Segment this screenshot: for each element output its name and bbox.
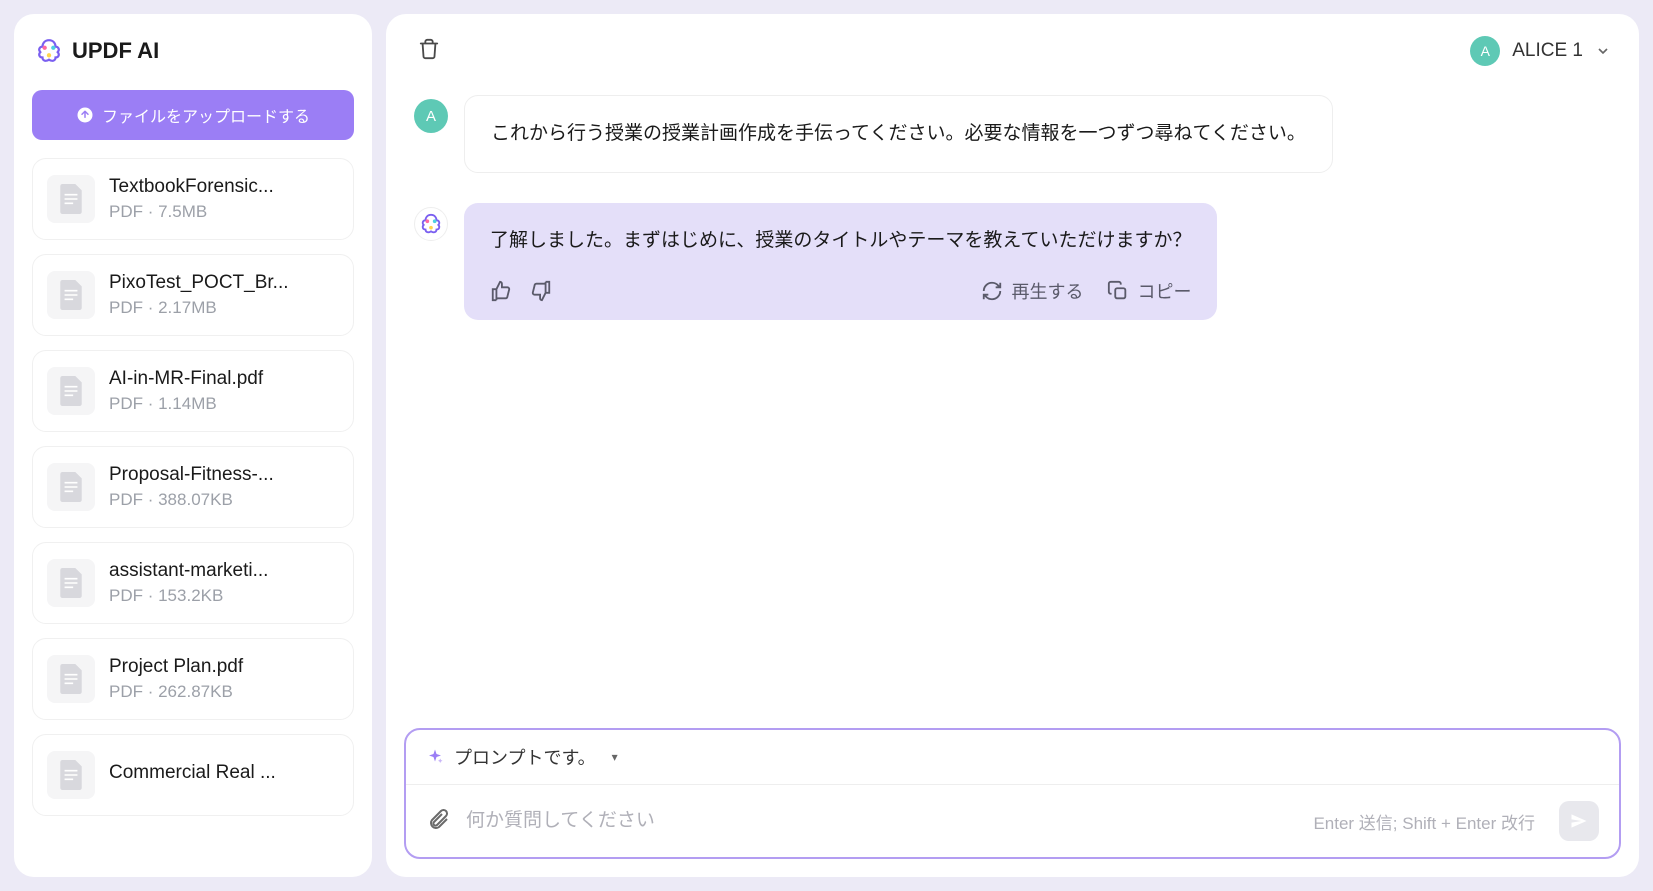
attach-button[interactable] [426,808,450,835]
regenerate-label: 再生する [1011,278,1083,304]
input-row: Enter 送信; Shift + Enter 改行 [406,785,1619,857]
sidebar-header: UPDF AI [32,32,354,70]
file-info: assistant-marketi... PDF · 153.2KB [109,560,339,606]
document-icon [47,559,95,607]
document-icon [47,367,95,415]
user-message-bubble: これから行う授業の授業計画作成を手伝ってください。必要な情報を一つずつ尋ねてくだ… [464,95,1333,173]
sidebar: UPDF AI ファイルをアップロードする TextbookForensic..… [14,14,372,877]
prompt-label: プロンプトです。 [454,744,596,770]
ai-actions: 再生する コピー [490,278,1191,304]
document-icon [47,655,95,703]
document-icon [47,463,95,511]
file-meta: PDF · 153.2KB [109,586,339,606]
file-name: Project Plan.pdf [109,656,339,678]
user-msg-avatar: A [414,99,448,133]
copy-label: コピー [1137,278,1191,304]
logo-icon [36,38,62,64]
dropdown-arrow-icon: ▾ [612,750,618,764]
input-hint: Enter 送信; Shift + Enter 改行 [1313,809,1535,834]
document-icon [47,175,95,223]
file-name: Commercial Real ... [109,762,339,784]
document-icon [47,751,95,799]
file-info: PixoTest_POCT_Br... PDF · 2.17MB [109,272,339,318]
regenerate-button[interactable]: 再生する [981,278,1083,304]
file-meta: PDF · 262.87KB [109,682,339,702]
file-info: Project Plan.pdf PDF · 262.87KB [109,656,339,702]
file-item[interactable]: Commercial Real ... [32,734,354,816]
file-list: TextbookForensic... PDF · 7.5MB PixoTest… [32,158,354,859]
file-item[interactable]: AI-in-MR-Final.pdf PDF · 1.14MB [32,350,354,432]
user-name: ALICE 1 [1512,40,1583,62]
main-panel: A ALICE 1 A これから行う授業の授業計画作成を手伝ってください。必要な… [386,14,1639,877]
app-title: UPDF AI [72,38,159,64]
send-icon [1569,811,1589,831]
file-meta: PDF · 1.14MB [109,394,339,414]
file-meta: PDF · 2.17MB [109,298,339,318]
ai-logo-icon [420,213,442,235]
chat-input[interactable] [466,810,1297,832]
file-item[interactable]: PixoTest_POCT_Br... PDF · 2.17MB [32,254,354,336]
input-container: プロンプトです。 ▾ Enter 送信; Shift + Enter 改行 [404,728,1621,859]
main-header: A ALICE 1 [386,14,1639,87]
file-item[interactable]: Project Plan.pdf PDF · 262.87KB [32,638,354,720]
file-item[interactable]: TextbookForensic... PDF · 7.5MB [32,158,354,240]
chevron-down-icon [1595,43,1611,59]
upload-button[interactable]: ファイルをアップロードする [32,90,354,140]
thumbs-up-button[interactable] [490,280,512,302]
document-icon [47,271,95,319]
ai-message-text: 了解しました。まずはじめに、授業のタイトルやテーマを教えていただけますか？ [490,225,1191,257]
user-menu[interactable]: A ALICE 1 [1470,36,1611,66]
paperclip-icon [426,808,450,832]
file-name: Proposal-Fitness-... [109,464,339,486]
file-meta: PDF · 7.5MB [109,202,339,222]
file-item[interactable]: Proposal-Fitness-... PDF · 388.07KB [32,446,354,528]
sparkle-icon [426,748,444,766]
copy-icon [1107,280,1129,302]
refresh-icon [981,280,1003,302]
trash-icon [418,38,440,60]
user-message-row: A これから行う授業の授業計画作成を手伝ってください。必要な情報を一つずつ尋ねて… [414,95,1611,173]
file-info: TextbookForensic... PDF · 7.5MB [109,176,339,222]
upload-icon [76,106,94,124]
upload-label: ファイルをアップロードする [102,103,310,127]
thumbs-up-icon [490,280,512,302]
chat-area: A これから行う授業の授業計画作成を手伝ってください。必要な情報を一つずつ尋ねて… [386,87,1639,716]
file-name: PixoTest_POCT_Br... [109,272,339,294]
delete-button[interactable] [414,34,444,67]
ai-message-bubble: 了解しました。まずはじめに、授業のタイトルやテーマを教えていただけますか？ [464,203,1217,319]
file-name: TextbookForensic... [109,176,339,198]
prompt-selector[interactable]: プロンプトです。 ▾ [406,730,1619,785]
thumbs-down-button[interactable] [530,280,552,302]
file-info: AI-in-MR-Final.pdf PDF · 1.14MB [109,368,339,414]
file-info: Commercial Real ... [109,762,339,788]
ai-msg-avatar [414,207,448,241]
file-meta: PDF · 388.07KB [109,490,339,510]
user-avatar: A [1470,36,1500,66]
file-name: assistant-marketi... [109,560,339,582]
copy-button[interactable]: コピー [1107,278,1191,304]
file-info: Proposal-Fitness-... PDF · 388.07KB [109,464,339,510]
ai-message-row: 了解しました。まずはじめに、授業のタイトルやテーマを教えていただけますか？ [414,203,1611,319]
thumbs-down-icon [530,280,552,302]
file-item[interactable]: assistant-marketi... PDF · 153.2KB [32,542,354,624]
send-button[interactable] [1559,801,1599,841]
file-name: AI-in-MR-Final.pdf [109,368,339,390]
